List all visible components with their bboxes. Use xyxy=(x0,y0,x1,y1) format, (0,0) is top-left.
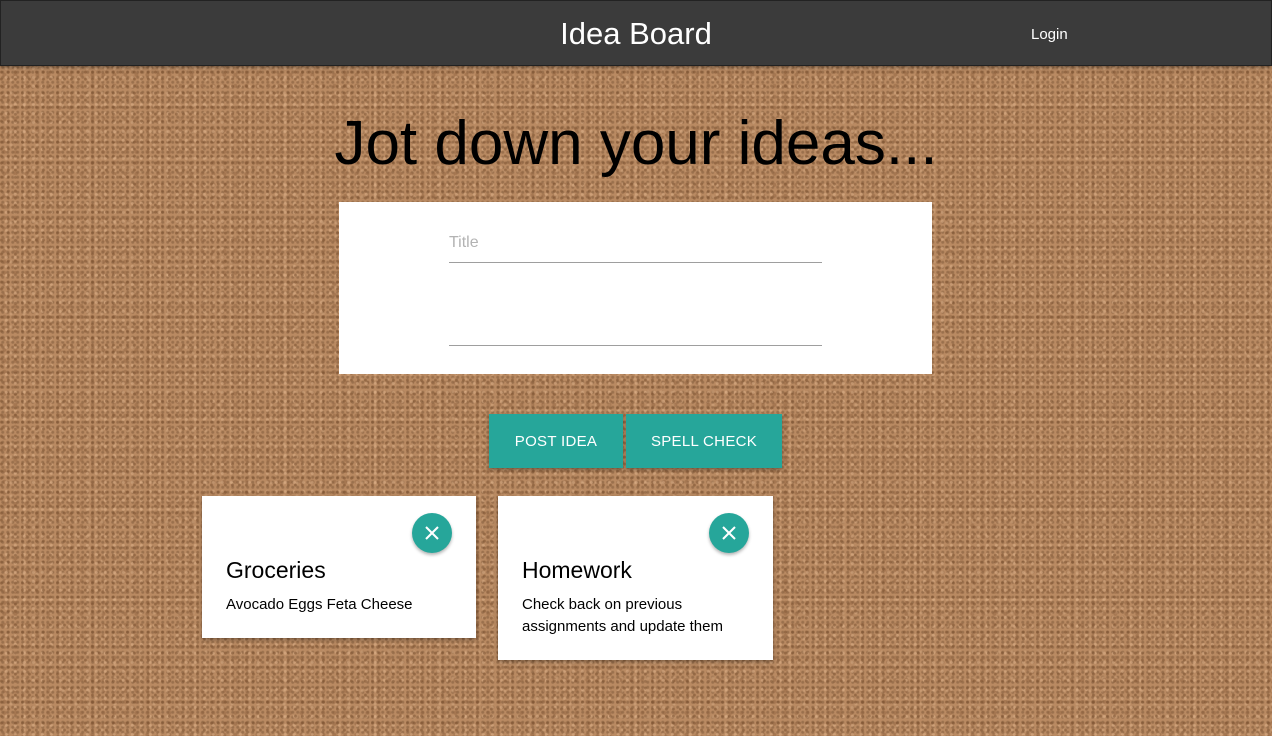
close-icon xyxy=(425,526,439,540)
post-idea-button[interactable]: POST IDEA xyxy=(489,414,623,468)
idea-title: Homework xyxy=(522,557,632,583)
delete-idea-button[interactable] xyxy=(412,513,452,553)
login-link[interactable]: Login xyxy=(1031,25,1068,45)
idea-body: Avocado Eggs Feta Cheese xyxy=(226,596,413,613)
idea-body-input[interactable] xyxy=(449,278,822,346)
spell-check-button[interactable]: SPELL CHECK xyxy=(626,414,782,468)
page-heading: Jot down your ideas... xyxy=(334,109,938,178)
idea-title: Groceries xyxy=(226,557,326,583)
idea-card: Homework Check back on previous assignme… xyxy=(498,496,773,660)
close-icon xyxy=(722,526,736,540)
title-input[interactable] xyxy=(449,224,822,263)
delete-idea-button[interactable] xyxy=(709,513,749,553)
idea-form xyxy=(339,202,932,374)
app-title: Idea Board xyxy=(560,16,712,51)
navbar: Idea Board Login xyxy=(0,0,1272,66)
idea-body: Check back on previous assignments and u… xyxy=(522,596,723,635)
idea-card: Groceries Avocado Eggs Feta Cheese xyxy=(202,496,476,638)
